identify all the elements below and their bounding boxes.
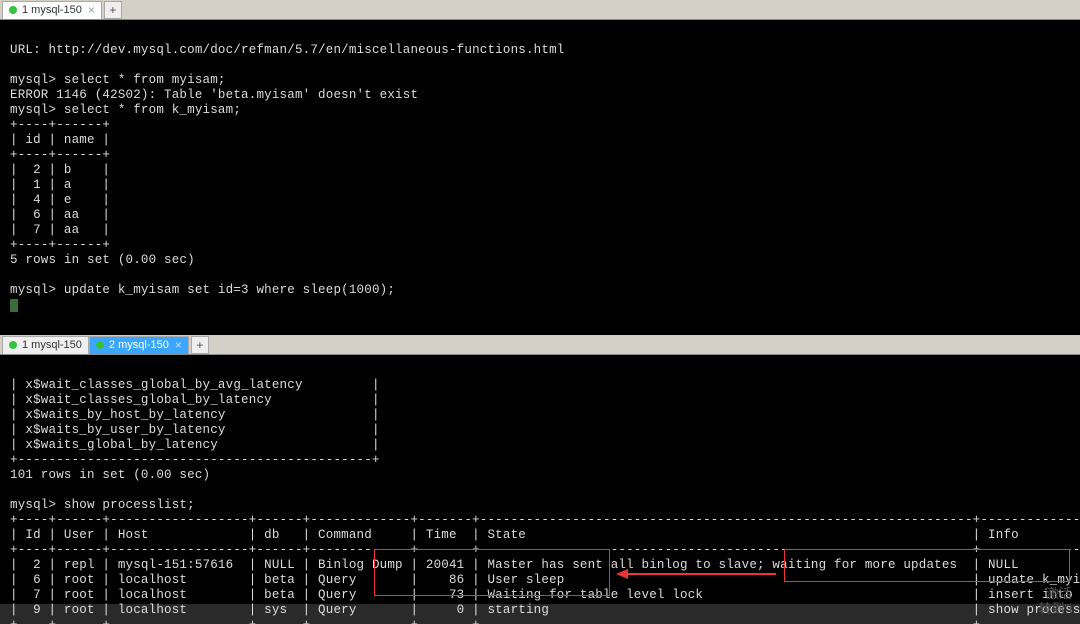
term-line: | 4 | e | — [10, 193, 110, 207]
top-terminal-output[interactable]: URL: http://dev.mysql.com/doc/refman/5.7… — [0, 20, 1080, 332]
term-line: +---------------------------------------… — [10, 453, 380, 467]
tab-label: 2 mysql-150 — [109, 339, 169, 351]
plist-border: +----+------+------------------+------+-… — [10, 543, 1080, 557]
term-line: mysql> select * from k_myisam; — [10, 103, 241, 117]
status-dot-icon — [9, 6, 17, 14]
top-terminal-pane: 1 mysql-150 × + URL: http://dev.mysql.co… — [0, 0, 1080, 335]
term-line: | id | name | — [10, 133, 110, 147]
bottom-tab-bar: 1 mysql-150 2 mysql-150 × + — [0, 335, 1080, 355]
tab-top-mysql-150[interactable]: 1 mysql-150 × — [2, 1, 102, 19]
url-line: URL: http://dev.mysql.com/doc/refman/5.7… — [10, 43, 565, 57]
term-line: +----+------+ — [10, 238, 110, 252]
plist-row: | 7 | root | localhost | beta | Query | … — [10, 588, 1080, 602]
term-line: | x$waits_by_user_by_latency | — [10, 423, 380, 437]
term-line: +----+------+ — [10, 148, 110, 162]
tab-label: 1 mysql-150 — [22, 4, 82, 16]
term-line: | x$waits_by_host_by_latency | — [10, 408, 380, 422]
term-line: | x$waits_global_by_latency | — [10, 438, 380, 452]
term-line: | 1 | a | — [10, 178, 110, 192]
cursor-icon — [10, 299, 18, 312]
term-line: | x$wait_classes_global_by_latency | — [10, 393, 380, 407]
add-tab-button[interactable]: + — [104, 1, 122, 19]
status-dot-icon — [9, 341, 17, 349]
term-line: | 7 | aa | — [10, 223, 110, 237]
status-dot-icon — [96, 341, 104, 349]
top-tab-bar: 1 mysql-150 × + — [0, 0, 1080, 20]
term-line: | 2 | b | — [10, 163, 110, 177]
plist-row: | 9 | root | localhost | sys | Query | 0… — [10, 603, 1080, 617]
term-line: ERROR 1146 (42S02): Table 'beta.myisam' … — [10, 88, 418, 102]
term-line: +----+------+ — [10, 118, 110, 132]
term-line: | 6 | aa | — [10, 208, 110, 222]
close-icon[interactable]: × — [175, 339, 182, 351]
plist-row: | 6 | root | localhost | beta | Query | … — [10, 573, 1080, 587]
tab-bottom-2-active[interactable]: 2 mysql-150 × — [89, 336, 189, 354]
plist-header: | Id | User | Host | db | Command | Time… — [10, 528, 1080, 542]
close-icon[interactable]: × — [88, 4, 95, 16]
plist-row: | 2 | repl | mysql-151:57616 | NULL | Bi… — [10, 558, 1080, 572]
bottom-terminal-pane: 1 mysql-150 2 mysql-150 × + | x$wait_cla… — [0, 335, 1080, 604]
term-line: 101 rows in set (0.00 sec) — [10, 468, 210, 482]
term-line: mysql> show processlist; — [10, 498, 195, 512]
term-line: | x$wait_classes_global_by_avg_latency | — [10, 378, 380, 392]
term-line: mysql> update k_myisam set id=3 where sl… — [10, 283, 395, 297]
tab-bottom-1[interactable]: 1 mysql-150 — [2, 336, 89, 354]
add-tab-button[interactable]: + — [191, 336, 209, 354]
tab-label: 1 mysql-150 — [22, 339, 82, 351]
plist-border: +----+------+------------------+------+-… — [10, 513, 1080, 527]
plist-border: +----+------+------------------+------+-… — [10, 618, 1080, 624]
term-line: mysql> select * from myisam; — [10, 73, 226, 87]
bottom-terminal-output[interactable]: | x$wait_classes_global_by_avg_latency |… — [0, 355, 1080, 624]
term-line: 5 rows in set (0.00 sec) — [10, 253, 195, 267]
